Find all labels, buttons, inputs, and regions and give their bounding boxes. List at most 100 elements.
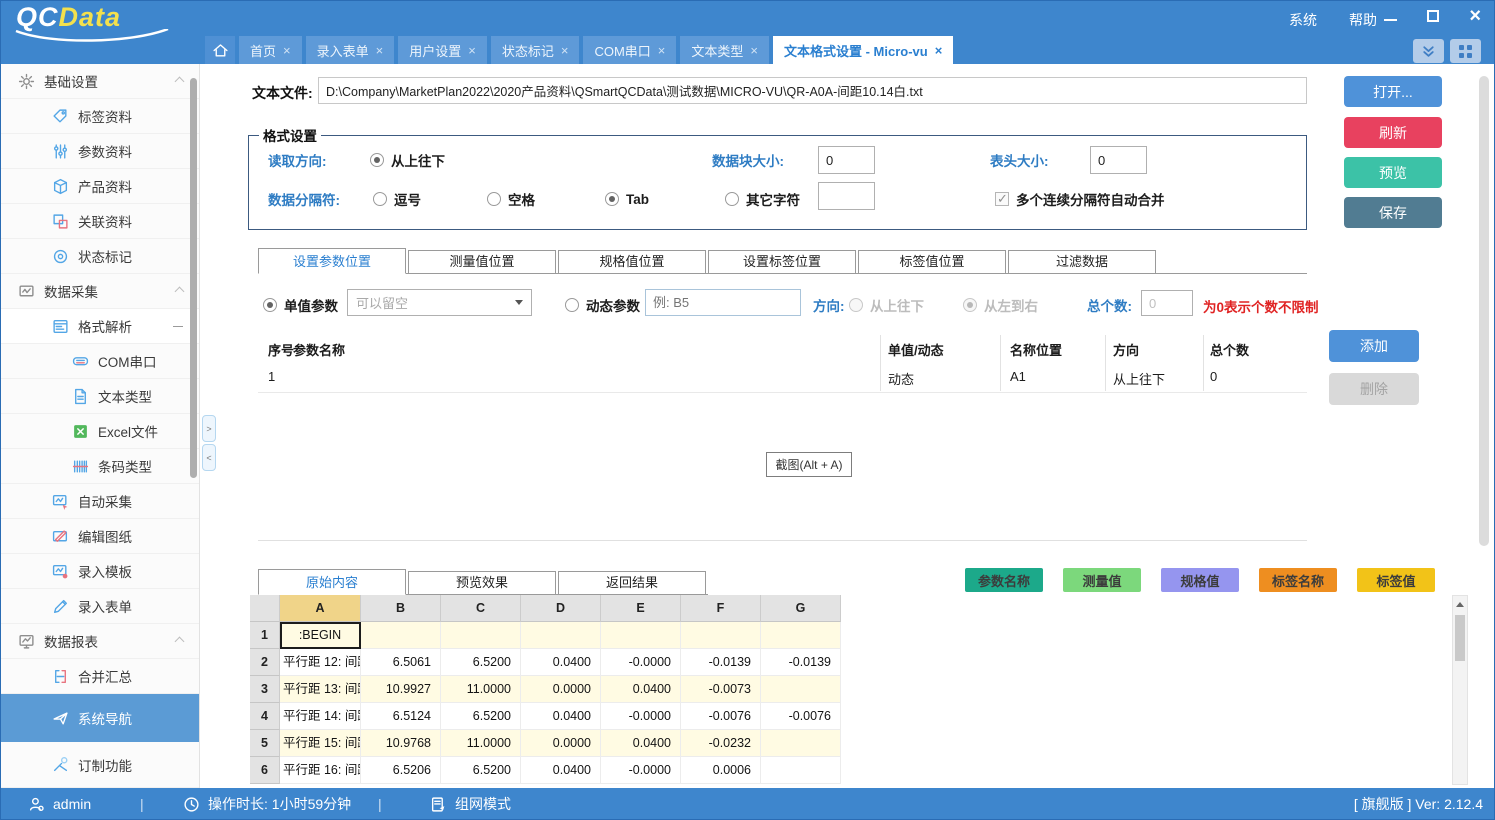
sheet-cell[interactable] (761, 622, 841, 649)
sheet-cell[interactable]: 6.5124 (361, 703, 441, 730)
scrollbar-thumb[interactable] (1455, 615, 1465, 661)
preview-button[interactable]: 预览 (1344, 157, 1442, 188)
tab-filter-data[interactable]: 过滤数据 (1008, 250, 1156, 273)
header-size-input[interactable] (1090, 146, 1147, 174)
add-button[interactable]: 添加 (1329, 330, 1419, 362)
sheet-cell[interactable]: 0.0006 (681, 757, 761, 784)
close-icon[interactable] (468, 43, 476, 58)
snapshot-button[interactable]: 截图(Alt + A) (766, 452, 852, 477)
tab-text-format-settings-active[interactable]: 文本格式设置 - Micro-vu (773, 36, 953, 64)
tab-measure-position[interactable]: 测量值位置 (408, 250, 556, 273)
sheet-cell[interactable] (681, 622, 761, 649)
sheet-cell[interactable]: 6.5200 (441, 703, 521, 730)
menu-help[interactable]: 帮助 (1349, 10, 1377, 30)
separator-space-radio[interactable]: 空格 (487, 189, 535, 209)
panel-expand-button[interactable] (202, 415, 216, 442)
sheet-cell[interactable]: 0.0400 (521, 757, 601, 784)
refresh-button[interactable]: 刷新 (1344, 117, 1442, 148)
sheet-cell[interactable]: 0.0400 (521, 649, 601, 676)
tab-set-param-position[interactable]: 设置参数位置 (258, 248, 406, 274)
delete-button[interactable]: 删除 (1329, 373, 1419, 405)
tab-homepage[interactable]: 首页 (239, 36, 302, 64)
sheet-cell[interactable]: 平行距 16: 间距 (280, 757, 360, 783)
legend-spec-value[interactable]: 规格值 (1161, 568, 1239, 592)
sidebar-item-auto-collect[interactable]: 自动采集 (0, 484, 199, 519)
sidebar-item-com-port[interactable]: COM串口 (0, 344, 199, 379)
sidebar-item-custom-functions[interactable]: 订制功能 (0, 742, 199, 788)
tab-home-icon-button[interactable] (205, 36, 235, 64)
sidebar-item-format-parse[interactable]: 格式解析 (0, 309, 199, 344)
sidebar-item-parameters[interactable]: 参数资料 (0, 134, 199, 169)
close-icon[interactable] (658, 43, 666, 58)
legend-tag-name[interactable]: 标签名称 (1259, 568, 1337, 592)
sheet-cell[interactable]: 6.5200 (441, 649, 521, 676)
block-size-input[interactable] (818, 146, 875, 174)
separator-other-radio[interactable]: 其它字符 (725, 189, 800, 209)
sheet-cell[interactable]: 11.0000 (441, 676, 521, 703)
sidebar-item-excel-file[interactable]: Excel文件 (0, 414, 199, 449)
sheet-cell[interactable]: 0.0400 (601, 730, 681, 757)
sidebar-item-entry-form[interactable]: 录入表单 (0, 589, 199, 624)
sheet-cell[interactable] (761, 757, 841, 784)
menu-system[interactable]: 系统 (1289, 10, 1317, 30)
sheet-cell[interactable]: 10.9927 (361, 676, 441, 703)
tab-spec-position[interactable]: 规格值位置 (558, 250, 706, 273)
dynamic-param-input[interactable] (645, 289, 801, 316)
sidebar-item-system-nav[interactable]: 系统导航 (0, 694, 199, 742)
cell-no[interactable]: 1 (268, 369, 275, 384)
total-count-input[interactable] (1141, 290, 1193, 316)
collapse-tabs-button[interactable] (1413, 39, 1444, 63)
sheet-cell[interactable]: -0.0076 (681, 703, 761, 730)
sheet-row-header[interactable]: 5 (250, 730, 280, 757)
sheet-cell[interactable]: 6.5206 (361, 757, 441, 784)
other-separator-input[interactable] (818, 182, 875, 210)
sheet-row-header[interactable]: 3 (250, 676, 280, 703)
chevron-up-icon[interactable] (175, 636, 185, 646)
sheet-cell-selected[interactable]: :BEGIN (280, 622, 361, 649)
sheet-cell[interactable] (761, 676, 841, 703)
direction-top-down-radio[interactable]: 从上往下 (849, 295, 924, 315)
sidebar-item-status-mark[interactable]: 状态标记 (0, 239, 199, 274)
tab-user-settings[interactable]: 用户设置 (398, 36, 487, 64)
sheet-cell[interactable]: 0.0400 (521, 703, 601, 730)
close-icon[interactable] (561, 43, 569, 58)
sheet-col-header[interactable]: B (361, 595, 441, 622)
sheet-cell[interactable]: 0.0000 (521, 676, 601, 703)
sheet-col-header[interactable]: G (761, 595, 841, 622)
sheet-col-header[interactable]: E (601, 595, 681, 622)
sheet-col-header[interactable]: D (521, 595, 601, 622)
sidebar-item-text-type[interactable]: 文本类型 (0, 379, 199, 414)
tab-return-result[interactable]: 返回结果 (558, 571, 706, 594)
tab-label-value-position[interactable]: 标签值位置 (858, 250, 1006, 273)
chevron-up-icon[interactable] (175, 286, 185, 296)
sheet-cell[interactable] (361, 622, 441, 649)
single-param-dropdown[interactable]: 可以留空 (347, 289, 532, 316)
sheet-corner[interactable] (250, 595, 280, 622)
legend-measure-value[interactable]: 测量值 (1063, 568, 1141, 592)
sidebar-item-products[interactable]: 产品资料 (0, 169, 199, 204)
legend-tag-value[interactable]: 标签值 (1357, 568, 1435, 592)
tab-set-label-position[interactable]: 设置标签位置 (708, 250, 856, 273)
chevron-up-icon[interactable] (175, 76, 185, 86)
sheet-cell[interactable]: 0.0000 (521, 730, 601, 757)
sheet-cell[interactable]: 平行距 15: 间距 (280, 730, 360, 756)
close-icon[interactable] (935, 43, 943, 58)
sheet-cell[interactable]: 平行距 14: 间距 (280, 703, 360, 729)
direction-left-right-radio[interactable]: 从左到右 (963, 295, 1038, 315)
cell-total[interactable]: 0 (1210, 369, 1217, 384)
dynamic-param-radio[interactable]: 动态参数 (565, 295, 640, 315)
sheet-row-header[interactable]: 2 (250, 649, 280, 676)
sheet-cell[interactable]: 平行距 13: 间距 (280, 676, 360, 702)
main-scrollbar[interactable] (1479, 76, 1489, 546)
close-window-button[interactable]: × (1469, 8, 1481, 24)
tab-list-button[interactable] (1450, 39, 1481, 63)
maximize-button[interactable] (1427, 10, 1439, 22)
separator-tab-radio[interactable]: Tab (605, 189, 649, 209)
tab-entry-form[interactable]: 录入表单 (306, 36, 395, 64)
close-icon[interactable] (750, 43, 758, 58)
sidebar-item-edit-drawing[interactable]: 编辑图纸 (0, 519, 199, 554)
sheet-cell[interactable]: 平行距 12: 间距 (280, 649, 360, 675)
sheet-cell[interactable]: -0.0076 (761, 703, 841, 730)
cell-pos[interactable]: A1 (1010, 369, 1026, 384)
sheet-row-header[interactable]: 4 (250, 703, 280, 730)
